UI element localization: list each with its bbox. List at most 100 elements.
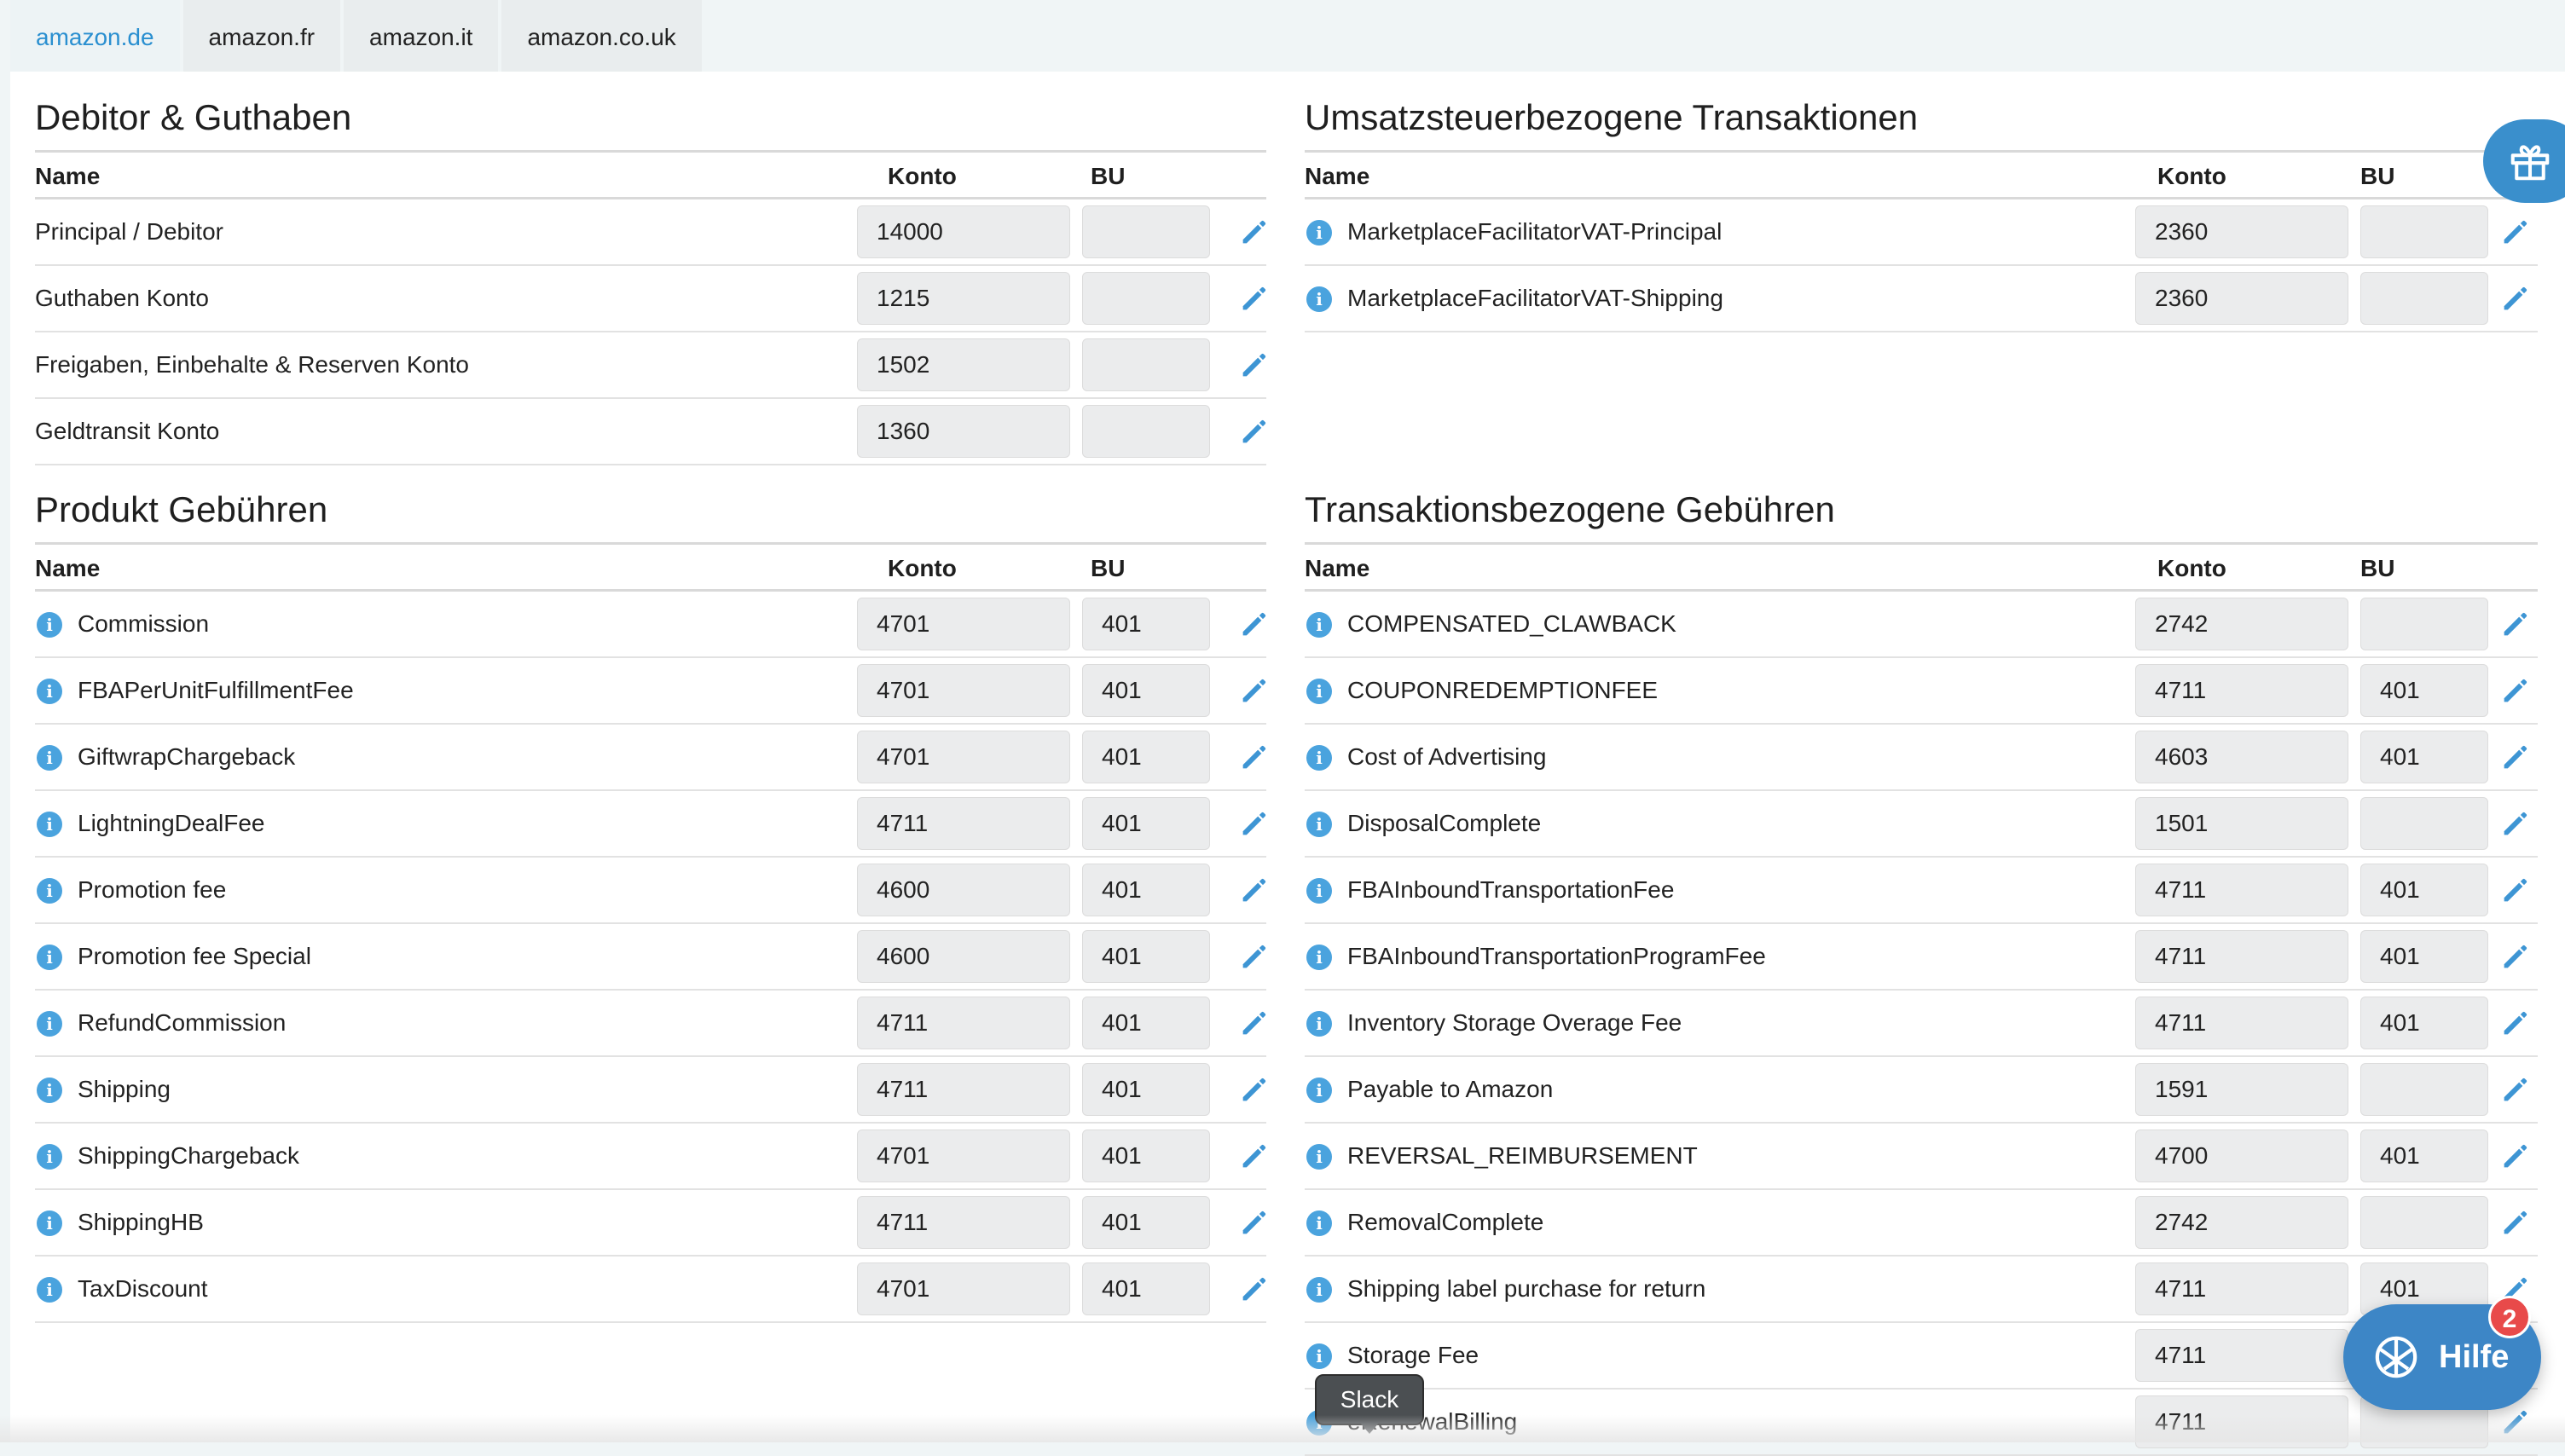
pencil-icon[interactable] [1237,1072,1271,1106]
table-row: i Cost of Advertising 4603 401 [1305,725,2538,791]
konto-field: 2742 [2135,1196,2348,1249]
row-name: FBAInboundTransportationProgramFee [1347,943,1766,969]
pencil-icon[interactable] [1237,414,1271,448]
info-icon[interactable]: i [1306,612,1332,638]
pencil-icon[interactable] [2498,215,2533,249]
info-icon[interactable]: i [37,945,62,970]
info-icon[interactable]: i [1306,812,1332,837]
pencil-icon[interactable] [1237,607,1271,641]
pencil-icon[interactable] [2498,806,2533,841]
konto-field: 4701 [857,664,1070,717]
row-name: REVERSAL_REIMBURSEMENT [1347,1142,1698,1169]
pencil-icon[interactable] [2498,1205,2533,1239]
pencil-icon[interactable] [2498,740,2533,774]
konto-field: 4711 [857,1063,1070,1116]
info-icon[interactable]: i [1306,1210,1332,1236]
bu-field: 401 [1082,797,1210,850]
table-row: i Inventory Storage Overage Fee 4711 401 [1305,991,2538,1057]
bu-field [1082,338,1210,391]
pencil-icon[interactable] [1237,281,1271,315]
tab-amazon-it[interactable]: amazon.it [344,0,499,72]
info-icon[interactable]: i [1306,679,1332,704]
gift-button[interactable] [2483,119,2565,203]
tab-amazon-co-uk[interactable]: amazon.co.uk [501,0,702,72]
pencil-icon[interactable] [1237,348,1271,382]
pencil-icon[interactable] [1237,873,1271,907]
pencil-icon[interactable] [1237,939,1271,974]
table-row: i RefundCommission 4711 401 [35,991,1266,1057]
info-icon[interactable]: i [1306,945,1332,970]
pencil-icon[interactable] [2498,1072,2533,1106]
table-row: i FBAInboundTransportationProgramFee 4711 4… [1305,924,2538,991]
info-icon[interactable]: i [37,612,62,638]
notification-badge: 2 [2488,1296,2531,1338]
info-icon[interactable]: i [37,1144,62,1170]
pencil-icon[interactable] [1237,673,1271,708]
table-row: i ShippingChargeback 4701 401 [35,1124,1266,1190]
info-icon[interactable]: i [1306,1144,1332,1170]
info-icon[interactable]: i [37,745,62,771]
info-icon[interactable]: i [37,1011,62,1037]
info-icon[interactable]: i [1306,286,1332,312]
pencil-icon[interactable] [2498,1006,2533,1040]
section-title: Umsatzsteuerbezogene Transaktionen [1305,72,2538,153]
info-icon[interactable]: i [1306,745,1332,771]
row-name: RemovalComplete [1347,1209,1544,1235]
table-row: i REVERSAL_REIMBURSEMENT 4700 401 [1305,1124,2538,1190]
konto-field: 2360 [2135,205,2348,258]
info-icon[interactable]: i [37,1078,62,1103]
info-icon[interactable]: i [1306,220,1332,246]
konto-field: 4603 [2135,731,2348,783]
konto-field: 4711 [2135,997,2348,1049]
pencil-icon[interactable] [1237,215,1271,249]
pencil-icon[interactable] [1237,740,1271,774]
bu-field [1082,405,1210,458]
pencil-icon[interactable] [2498,1139,2533,1173]
konto-field: 4711 [857,797,1070,850]
pencil-icon[interactable] [2498,873,2533,907]
section-umsatzsteuer: Umsatzsteuerbezogene Transaktionen Name … [1305,72,2538,332]
pencil-icon[interactable] [2498,607,2533,641]
info-icon[interactable]: i [1306,1078,1332,1103]
bu-field: 401 [1082,1262,1210,1315]
info-icon[interactable]: i [37,812,62,837]
konto-field: 4701 [857,1262,1070,1315]
info-icon[interactable]: i [37,878,62,904]
bu-field [2360,598,2488,650]
pencil-icon[interactable] [1237,1006,1271,1040]
pencil-icon[interactable] [1237,1272,1271,1306]
table-row: i Shipping 4711 401 [35,1057,1266,1124]
pencil-icon[interactable] [1237,806,1271,841]
table-row: i LightningDealFee 4711 401 [35,791,1266,858]
row-name: Shipping [78,1076,171,1102]
konto-field: 4701 [857,731,1070,783]
info-icon[interactable]: i [1306,1011,1332,1037]
bu-field: 401 [2360,930,2488,983]
info-icon[interactable]: i [1306,1343,1332,1369]
konto-field: 4711 [2135,864,2348,916]
section-debitor: Debitor & Guthaben Name Konto BU Princip… [35,72,1266,465]
info-icon[interactable]: i [37,1210,62,1236]
section-title: Produkt Gebühren [35,464,1266,545]
konto-field: 4600 [857,864,1070,916]
row-name: Freigaben, Einbehalte & Reserven Konto [35,351,469,378]
info-icon[interactable]: i [37,1277,62,1303]
table-body: Principal / Debitor 14000 Guthaben Konto 12… [35,199,1266,465]
row-name: Guthaben Konto [35,285,209,311]
pencil-icon[interactable] [2498,281,2533,315]
info-icon[interactable]: i [1306,878,1332,904]
info-icon[interactable]: i [1306,1277,1332,1303]
pencil-icon[interactable] [1237,1205,1271,1239]
pencil-icon[interactable] [2498,939,2533,974]
bu-field: 401 [2360,997,2488,1049]
pencil-icon[interactable] [1237,1139,1271,1173]
column-name: Name [1305,555,1370,581]
tab-amazon-de[interactable]: amazon.de [10,0,180,72]
row-name: GiftwrapChargeback [78,743,296,770]
tab-amazon-fr[interactable]: amazon.fr [182,0,341,72]
info-icon[interactable]: i [37,679,62,704]
row-name: FBAPerUnitFulfillmentFee [78,677,354,703]
table-row: i MarketplaceFacilitatorVAT-Shipping 2360 [1305,266,2538,332]
konto-field: 4711 [2135,1262,2348,1315]
pencil-icon[interactable] [2498,673,2533,708]
